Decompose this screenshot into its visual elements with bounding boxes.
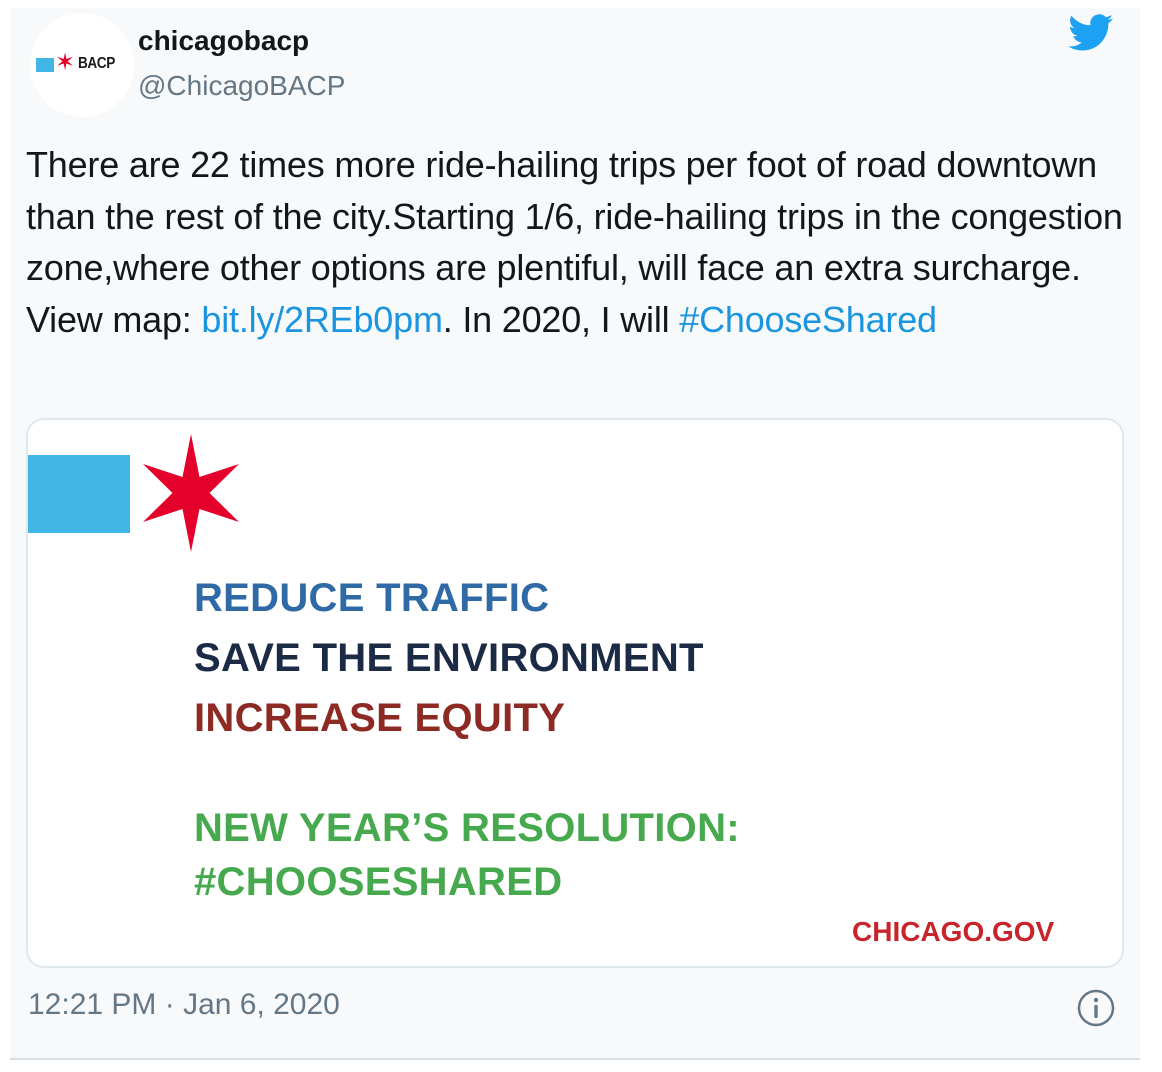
flag-bar-icon xyxy=(36,58,54,72)
user-handle[interactable]: @ChicagoBACP xyxy=(138,70,345,102)
tweet-timestamp[interactable]: 12:21 PM · Jan 6, 2020 xyxy=(28,988,340,1022)
graphic-line-increase-equity: INCREASE EQUITY xyxy=(194,696,566,740)
media-image[interactable]: REDUCE TRAFFIC SAVE THE ENVIRONMENT INCR… xyxy=(26,418,1124,968)
avatar-logo-text: BACP xyxy=(78,55,115,72)
tweet-text: There are 22 times more ride-hailing tri… xyxy=(26,139,1136,345)
star-icon: ✶ xyxy=(55,49,76,76)
tweet-text-body-2: . In 2020, I will xyxy=(442,298,680,340)
map-link[interactable]: bit.ly/2REb0pm xyxy=(201,299,443,340)
graphic-line-save-environment: SAVE THE ENVIRONMENT xyxy=(194,636,704,680)
hashtag-link[interactable]: #ChooseShared xyxy=(679,299,937,340)
twitter-bird-icon[interactable] xyxy=(1068,14,1114,52)
graphic-line-reduce-traffic: REDUCE TRAFFIC xyxy=(194,576,550,620)
graphic-footer-url: CHICAGO.GOV xyxy=(852,916,1055,947)
info-icon[interactable] xyxy=(1076,988,1116,1028)
graphic-line-hashtag: #CHOOSESHARED xyxy=(194,860,563,904)
six-pointed-star-icon xyxy=(143,434,239,552)
display-name[interactable]: chicagobacp xyxy=(138,25,309,57)
flag-bar-icon xyxy=(28,455,130,533)
avatar[interactable]: ✶ BACP xyxy=(30,13,134,117)
graphic-line-resolution: NEW YEAR’S RESOLUTION: xyxy=(194,806,740,850)
tweet-card: ✶ BACP chicagobacp @ChicagoBACP There ar… xyxy=(10,8,1140,1060)
